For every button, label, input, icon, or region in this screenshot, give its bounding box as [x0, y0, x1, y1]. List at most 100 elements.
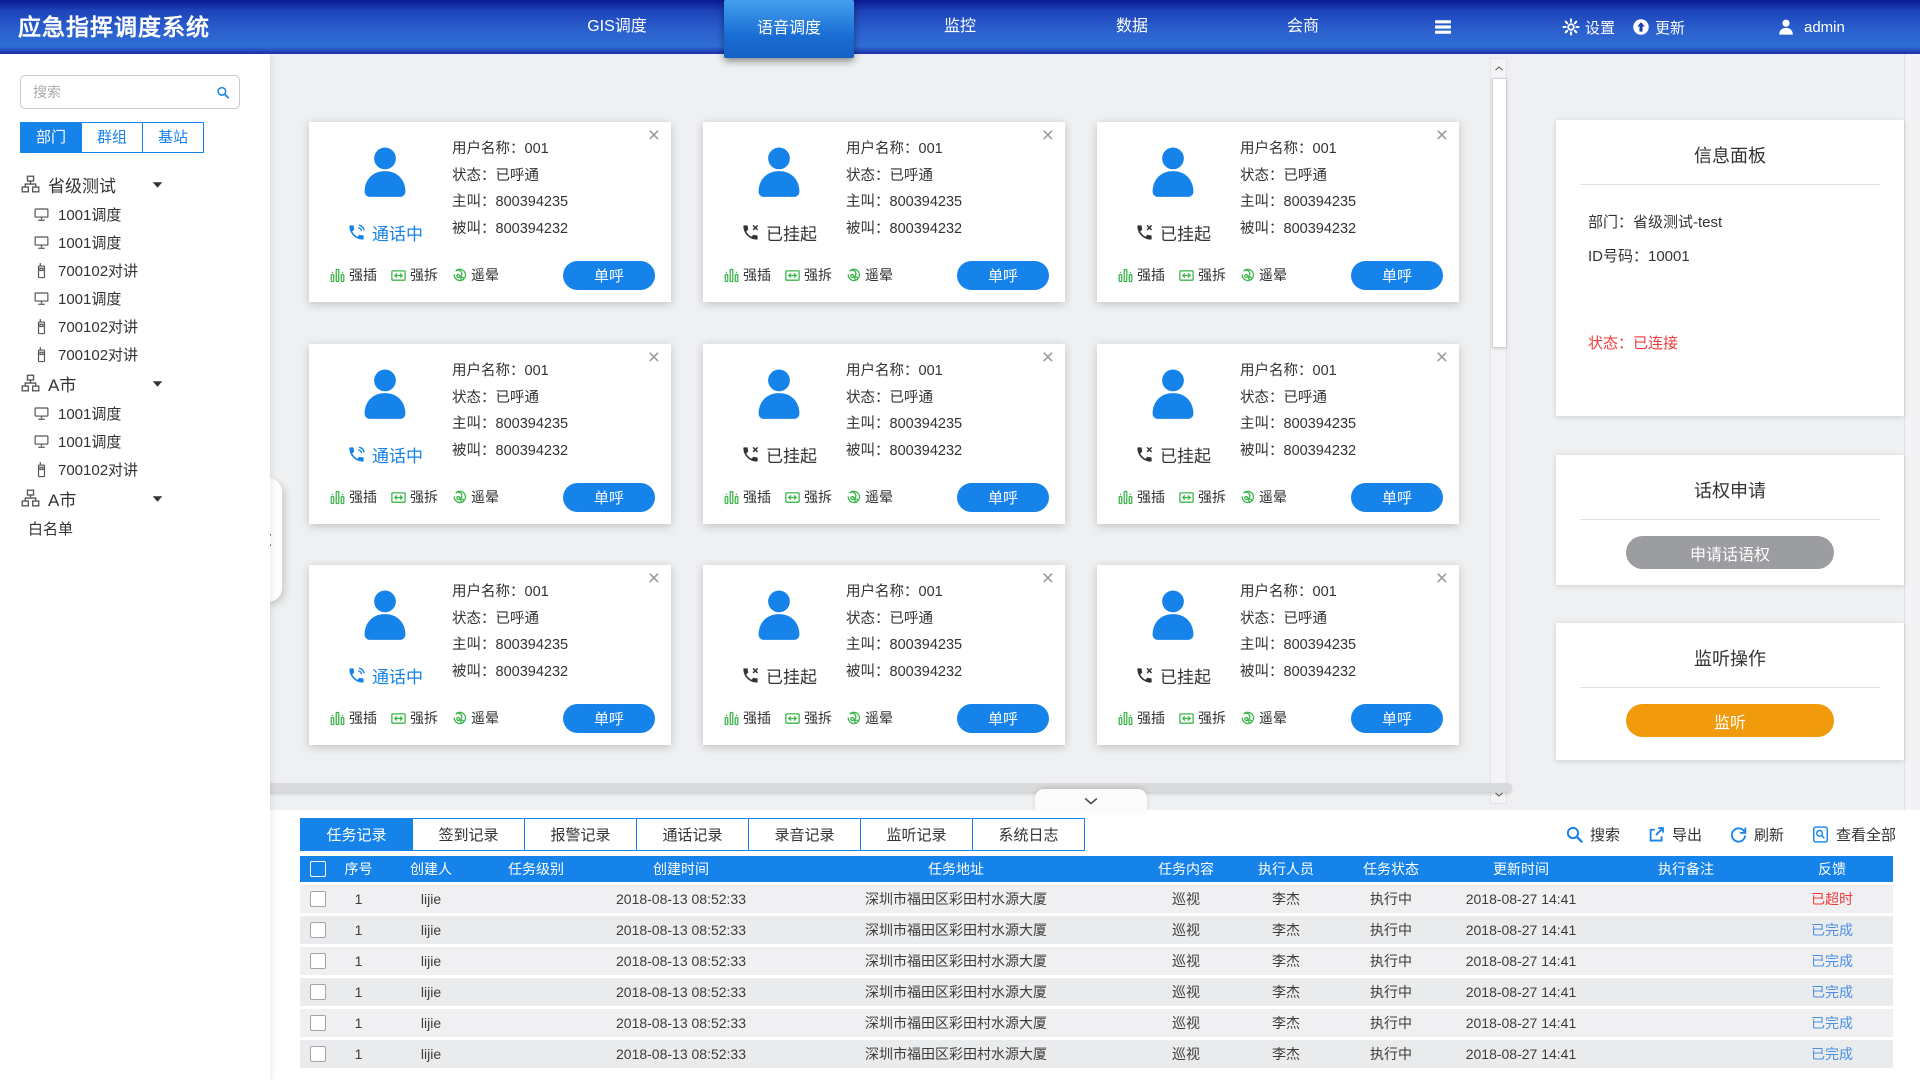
close-icon[interactable]: × [1042, 124, 1054, 148]
single-call-button[interactable]: 单呼 [563, 261, 655, 290]
tree-child-item[interactable]: 700102对讲 [0, 256, 270, 284]
record-tab-1[interactable]: 任务记录 [300, 818, 413, 851]
select-all-checkbox[interactable] [310, 861, 326, 877]
record-tab-6[interactable]: 监听记录 [860, 818, 973, 851]
barge-in-button[interactable]: 强插 [1117, 265, 1165, 285]
tree-child-item[interactable]: 1001调度 [0, 228, 270, 256]
remote-stun-button[interactable]: 遥晕 [451, 487, 499, 507]
barge-in-button[interactable]: 强插 [1117, 708, 1165, 728]
cell-feedback[interactable]: 已完成 [1771, 1008, 1893, 1039]
record-tab-7[interactable]: 系统日志 [972, 818, 1085, 851]
tree-child-item[interactable]: 1001调度 [0, 427, 270, 455]
tree-child-item[interactable]: 700102对讲 [0, 455, 270, 483]
tree-child-item[interactable]: 1001调度 [0, 200, 270, 228]
force-release-button[interactable]: 强拆 [390, 487, 438, 507]
nav-item-1[interactable]: GIS调度 [531, 0, 703, 54]
caret-down-icon[interactable] [152, 495, 163, 503]
remote-stun-button[interactable]: 遥晕 [845, 708, 893, 728]
single-call-button[interactable]: 单呼 [563, 483, 655, 512]
sidebar-tab-2[interactable]: 群组 [81, 122, 143, 153]
single-call-button[interactable]: 单呼 [957, 483, 1049, 512]
row-checkbox[interactable] [310, 922, 326, 938]
settings-button[interactable]: 设置 [1562, 0, 1615, 54]
tree-child-item[interactable]: 白名单 [0, 514, 270, 542]
single-call-button[interactable]: 单呼 [957, 261, 1049, 290]
tree-group-item[interactable]: A市 [0, 483, 270, 514]
single-call-button[interactable]: 单呼 [1351, 483, 1443, 512]
force-release-button[interactable]: 强拆 [1178, 487, 1226, 507]
close-icon[interactable]: × [1436, 567, 1448, 591]
record-tab-4[interactable]: 通话记录 [636, 818, 749, 851]
barge-in-button[interactable]: 强插 [329, 487, 377, 507]
barge-in-button[interactable]: 强插 [329, 708, 377, 728]
caret-down-icon[interactable] [152, 380, 163, 388]
row-checkbox[interactable] [310, 1046, 326, 1062]
remote-stun-button[interactable]: 遥晕 [451, 708, 499, 728]
remote-stun-button[interactable]: 遥晕 [1239, 265, 1287, 285]
sidebar-tab-3[interactable]: 基站 [142, 122, 204, 153]
cell-feedback[interactable]: 已完成 [1771, 915, 1893, 946]
single-call-button[interactable]: 单呼 [1351, 704, 1443, 733]
remote-stun-button[interactable]: 遥晕 [845, 487, 893, 507]
view-all-button[interactable]: 查看全部 [1811, 824, 1896, 845]
single-call-button[interactable]: 单呼 [563, 704, 655, 733]
remote-stun-button[interactable]: 遥晕 [1239, 487, 1287, 507]
close-icon[interactable]: × [1436, 124, 1448, 148]
cell-feedback[interactable]: 已超时 [1771, 884, 1893, 915]
nav-item-4[interactable]: 数据 [1046, 0, 1218, 54]
cell-feedback[interactable]: 已完成 [1771, 946, 1893, 977]
force-release-button[interactable]: 强拆 [390, 265, 438, 285]
force-release-button[interactable]: 强拆 [784, 265, 832, 285]
tree-child-item[interactable]: 700102对讲 [0, 312, 270, 340]
record-tab-5[interactable]: 录音记录 [748, 818, 861, 851]
nav-item-3[interactable]: 监控 [874, 0, 1046, 54]
search-input[interactable] [31, 83, 216, 101]
tree-child-item[interactable]: 1001调度 [0, 399, 270, 427]
request-floor-button[interactable]: 申请话语权 [1626, 536, 1834, 569]
close-icon[interactable]: × [648, 124, 660, 148]
force-release-button[interactable]: 强拆 [784, 708, 832, 728]
record-tab-2[interactable]: 签到记录 [412, 818, 525, 851]
search-button[interactable]: 搜索 [1565, 824, 1620, 845]
nav-item-2[interactable]: 语音调度 [724, 0, 854, 58]
force-release-button[interactable]: 强拆 [784, 487, 832, 507]
search-icon[interactable] [216, 83, 230, 102]
single-call-button[interactable]: 单呼 [1351, 261, 1443, 290]
export-button[interactable]: 导出 [1647, 824, 1702, 845]
force-release-button[interactable]: 强拆 [390, 708, 438, 728]
barge-in-button[interactable]: 强插 [329, 265, 377, 285]
close-icon[interactable]: × [1042, 567, 1054, 591]
cell-feedback[interactable]: 已完成 [1771, 977, 1893, 1008]
tree-child-item[interactable]: 1001调度 [0, 284, 270, 312]
tree-group-item[interactable]: 省级测试 [0, 169, 270, 200]
cell-feedback[interactable]: 已完成 [1771, 1039, 1893, 1070]
scrollbar-thumb[interactable] [1492, 78, 1507, 348]
update-button[interactable]: 更新 [1632, 0, 1685, 54]
tree-child-item[interactable]: 700102对讲 [0, 340, 270, 368]
refresh-button[interactable]: 刷新 [1729, 824, 1784, 845]
bottom-collapse-tab[interactable] [1035, 789, 1147, 812]
nav-item-5[interactable]: 会商 [1217, 0, 1389, 54]
barge-in-button[interactable]: 强插 [1117, 487, 1165, 507]
sidebar-tab-1[interactable]: 部门 [20, 122, 82, 153]
hamburger-icon[interactable] [1432, 17, 1454, 37]
row-checkbox[interactable] [310, 953, 326, 969]
barge-in-button[interactable]: 强插 [723, 265, 771, 285]
monitor-button[interactable]: 监听 [1626, 704, 1834, 737]
close-icon[interactable]: × [1042, 346, 1054, 370]
row-checkbox[interactable] [310, 891, 326, 907]
row-checkbox[interactable] [310, 984, 326, 1000]
force-release-button[interactable]: 强拆 [1178, 708, 1226, 728]
caret-down-icon[interactable] [152, 181, 163, 189]
single-call-button[interactable]: 单呼 [957, 704, 1049, 733]
barge-in-button[interactable]: 强插 [723, 487, 771, 507]
remote-stun-button[interactable]: 遥晕 [451, 265, 499, 285]
scroll-up-arrow[interactable] [1491, 60, 1506, 76]
close-icon[interactable]: × [648, 567, 660, 591]
force-release-button[interactable]: 强拆 [1178, 265, 1226, 285]
close-icon[interactable]: × [1436, 346, 1448, 370]
barge-in-button[interactable]: 强插 [723, 708, 771, 728]
row-checkbox[interactable] [310, 1015, 326, 1031]
user-menu[interactable]: admin [1776, 0, 1845, 54]
tree-group-item[interactable]: A市 [0, 368, 270, 399]
